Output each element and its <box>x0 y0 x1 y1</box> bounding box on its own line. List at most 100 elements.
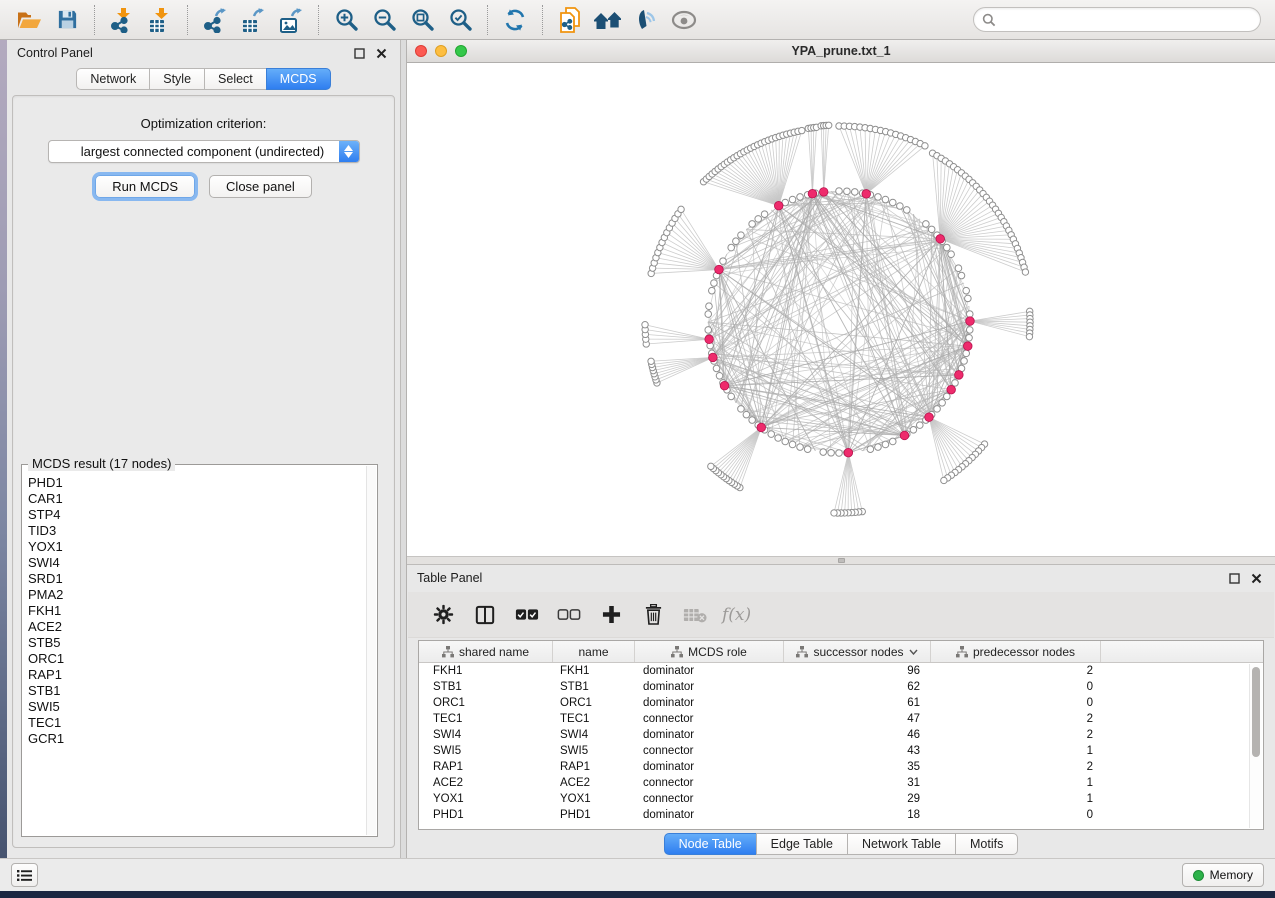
horizontal-splitter[interactable] <box>407 556 1275 565</box>
add-column-button[interactable] <box>594 597 628 633</box>
graphics-details-button[interactable] <box>627 3 665 37</box>
column-header-empty <box>1101 641 1252 662</box>
mcds-result-item[interactable]: SRD1 <box>28 571 365 587</box>
eye-icon <box>670 10 698 30</box>
search-homes-button[interactable] <box>589 3 627 37</box>
zoom-in-button[interactable] <box>327 3 365 37</box>
criterion-dropdown[interactable]: largest connected component (undirected) <box>48 140 360 163</box>
export-network-button[interactable] <box>196 3 234 37</box>
refresh-button[interactable] <box>496 3 534 37</box>
result-scrollbar[interactable] <box>366 466 376 835</box>
column-header-shared-name[interactable]: shared name <box>419 641 553 662</box>
mcds-result-item[interactable]: FKH1 <box>28 603 365 619</box>
import-table-button[interactable] <box>141 3 179 37</box>
mcds-result-item[interactable]: ACE2 <box>28 619 365 635</box>
deselect-all-button[interactable] <box>552 597 586 633</box>
function-builder-button-disabled: f(x) <box>722 605 751 625</box>
tab-motifs[interactable]: Motifs <box>955 833 1018 855</box>
close-panel-icon[interactable] <box>1247 569 1265 587</box>
mcds-result-item[interactable]: GCR1 <box>28 731 365 747</box>
tab-select[interactable]: Select <box>204 68 266 90</box>
table-cell: SWI4 <box>553 729 635 741</box>
import-network-button[interactable] <box>103 3 141 37</box>
column-header-predecessor-nodes[interactable]: predecessor nodes <box>931 641 1101 662</box>
open-session-button[interactable] <box>10 3 48 37</box>
export-table-icon <box>240 7 266 33</box>
table-row[interactable]: TEC1TEC1connector472 <box>419 711 1263 727</box>
table-cell: YOX1 <box>553 793 635 805</box>
select-all-button[interactable] <box>510 597 544 633</box>
tab-node-table[interactable]: Node Table <box>664 833 756 855</box>
mcds-result-item[interactable]: RAP1 <box>28 667 365 683</box>
mcds-result-item[interactable]: SWI4 <box>28 555 365 571</box>
search-input[interactable] <box>996 13 1252 27</box>
close-panel-button[interactable]: Close panel <box>209 175 312 198</box>
delete-table-button-disabled <box>678 597 712 633</box>
table-row[interactable]: SWI5SWI5connector431 <box>419 743 1263 759</box>
column-label: name <box>578 645 608 659</box>
table-row[interactable]: ORC1ORC1dominator610 <box>419 695 1263 711</box>
table-row[interactable]: FKH1FKH1dominator962 <box>419 663 1263 679</box>
table-row[interactable]: SWI4SWI4dominator462 <box>419 727 1263 743</box>
tab-mcds[interactable]: MCDS <box>266 68 331 90</box>
table-row[interactable]: ACE2ACE2connector311 <box>419 775 1263 791</box>
network-file-icon <box>557 6 583 34</box>
mcds-result-item[interactable]: YOX1 <box>28 539 365 555</box>
table-cell: dominator <box>635 697 784 709</box>
tab-network-table[interactable]: Network Table <box>847 833 955 855</box>
mcds-result-item[interactable]: STB1 <box>28 683 365 699</box>
save-session-button[interactable] <box>48 3 86 37</box>
tab-network[interactable]: Network <box>76 68 149 90</box>
memory-button[interactable]: Memory <box>1182 863 1264 887</box>
table-tabs: Node TableEdge TableNetwork TableMotifs <box>407 833 1275 855</box>
mcds-result-item[interactable]: TEC1 <box>28 715 365 731</box>
column-header-successor-nodes[interactable]: successor nodes <box>784 641 931 662</box>
table-settings-button[interactable] <box>426 597 460 633</box>
table-cell: FKH1 <box>553 665 635 677</box>
zoom-selected-button[interactable] <box>441 3 479 37</box>
search-field[interactable] <box>973 7 1261 32</box>
export-table-button[interactable] <box>234 3 272 37</box>
float-panel-icon[interactable] <box>1225 569 1243 587</box>
task-history-button[interactable] <box>11 863 38 887</box>
table-panel: Table Panel <box>407 565 1275 858</box>
table-row[interactable]: PHD1PHD1dominator180 <box>419 807 1263 823</box>
table-scrollbar[interactable] <box>1249 664 1262 828</box>
show-column-panel-button[interactable] <box>468 597 502 633</box>
float-panel-icon[interactable] <box>350 44 368 62</box>
table-row[interactable]: RAP1RAP1dominator352 <box>419 759 1263 775</box>
table-cell: 43 <box>784 745 931 757</box>
table-cell: 35 <box>784 761 931 773</box>
table-row[interactable]: STB1STB1dominator620 <box>419 679 1263 695</box>
scrollbar-thumb[interactable] <box>1252 667 1260 757</box>
mcds-result-item[interactable]: STB5 <box>28 635 365 651</box>
table-row[interactable]: YOX1YOX1connector291 <box>419 791 1263 807</box>
mcds-result-list[interactable]: PHD1CAR1STP4TID3YOX1SWI4SRD1PMA2FKH1ACE2… <box>28 475 365 832</box>
tab-edge-table[interactable]: Edge Table <box>756 833 847 855</box>
mcds-result-item[interactable]: PMA2 <box>28 587 365 603</box>
zoom-fit-button[interactable] <box>403 3 441 37</box>
network-file-button[interactable] <box>551 3 589 37</box>
mcds-result-item[interactable]: CAR1 <box>28 491 365 507</box>
zoom-out-button[interactable] <box>365 3 403 37</box>
close-panel-icon[interactable] <box>372 44 390 62</box>
show-hide-button[interactable] <box>665 3 703 37</box>
control-panel-tabs: NetworkStyleSelectMCDS <box>7 68 400 90</box>
mcds-result-item[interactable]: PHD1 <box>28 475 365 491</box>
list-icon <box>17 869 32 882</box>
tab-style[interactable]: Style <box>149 68 204 90</box>
mcds-result-item[interactable]: SWI5 <box>28 699 365 715</box>
export-network-icon <box>202 7 228 33</box>
mcds-result-item[interactable]: TID3 <box>28 523 365 539</box>
run-mcds-button[interactable]: Run MCDS <box>95 175 195 198</box>
columns-icon <box>475 605 495 625</box>
network-view-canvas[interactable] <box>407 63 1275 556</box>
export-image-button[interactable] <box>272 3 310 37</box>
column-header-MCDS-role[interactable]: MCDS role <box>635 641 784 662</box>
mcds-result-item[interactable]: ORC1 <box>28 651 365 667</box>
table-cell: 1 <box>931 745 1101 757</box>
table-panel-title: Table Panel <box>417 571 1221 585</box>
delete-column-button[interactable] <box>636 597 670 633</box>
mcds-result-item[interactable]: STP4 <box>28 507 365 523</box>
column-header-name[interactable]: name <box>553 641 635 662</box>
